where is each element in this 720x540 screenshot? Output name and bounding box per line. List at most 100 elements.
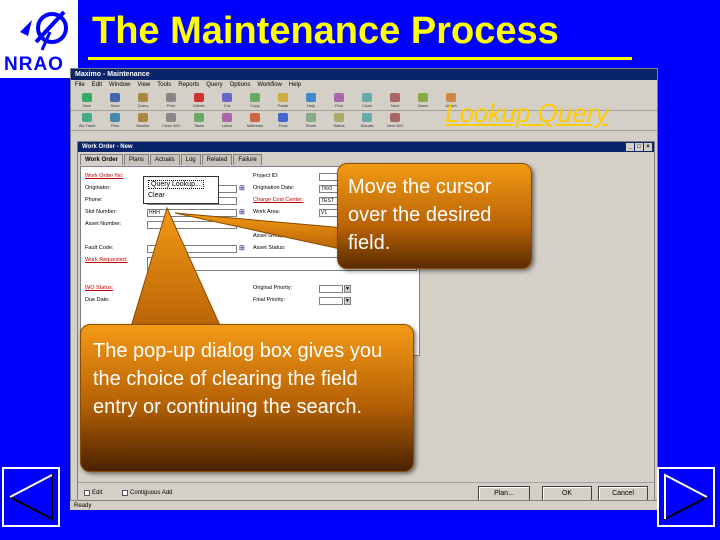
maximize-icon[interactable]: □ (635, 143, 643, 151)
toolbar-button[interactable]: Delete (187, 93, 211, 108)
priority-dropdown[interactable]: ▼ (344, 285, 351, 293)
module-button[interactable]: Wo Track (75, 113, 99, 128)
tab-related[interactable]: Related (201, 154, 233, 165)
plan-icon (110, 113, 120, 122)
module-button[interactable]: Tasks (187, 113, 211, 128)
toolbar-button[interactable]: Close (355, 93, 379, 108)
toolbar-button[interactable]: Find (327, 93, 351, 108)
menu-item[interactable]: Tools (157, 80, 171, 91)
lookup-icon[interactable]: ⊞ (239, 185, 247, 193)
toolbar-button[interactable]: Cut (215, 93, 239, 108)
field-popup-menu: Query Lookup... Clear (143, 176, 219, 204)
edit-checkbox[interactable]: Edit (84, 490, 102, 496)
module-button[interactable]: Status (327, 113, 351, 128)
field-label: Original Priority: (253, 285, 293, 291)
clear-menu-item[interactable]: Clear (148, 190, 214, 201)
minimize-icon[interactable]: _ (626, 143, 634, 151)
lookup-icon[interactable]: ⊞ (239, 209, 247, 217)
toolbar-button[interactable]: Paste (271, 93, 295, 108)
original-priority-input[interactable] (319, 285, 343, 293)
menu-item[interactable]: File (75, 80, 85, 91)
slide-title: The Maintenance Process (92, 10, 559, 52)
triangle-right-icon (664, 473, 710, 521)
labor-icon (222, 113, 232, 122)
menu-item[interactable]: Edit (92, 80, 102, 91)
status-bar: Ready (70, 500, 658, 510)
tab-log[interactable]: Log (180, 154, 201, 165)
menu-bar: File Edit Window View Tools Reports Quer… (71, 80, 657, 91)
next-icon (390, 93, 400, 102)
field-label: Origination Date: (253, 185, 295, 191)
module-button[interactable]: Close WO (159, 113, 183, 128)
menu-item[interactable]: Reports (178, 80, 199, 91)
field-label: Originator: (85, 185, 111, 191)
tab-actuals[interactable]: Actuals (149, 154, 180, 165)
next-slide-button[interactable] (657, 467, 715, 527)
plan-button[interactable]: Plan... (478, 486, 530, 501)
slot-number-input[interactable]: HHH (147, 209, 237, 217)
tools-icon (278, 113, 288, 122)
toolbar-button[interactable]: Next (383, 93, 407, 108)
final-priority-dropdown[interactable]: ▼ (344, 297, 351, 305)
toolbar-button[interactable]: Save (103, 93, 127, 108)
cut-icon (222, 93, 232, 102)
cursor-callout: Move the cursor over the desired field. (337, 163, 532, 269)
module-button[interactable]: Materials (243, 113, 267, 128)
menu-item[interactable]: Window (109, 80, 130, 91)
next-wo-icon (390, 113, 400, 122)
field-label: Asset Status: (253, 245, 286, 251)
menu-item[interactable]: View (137, 80, 150, 91)
asset-number-input[interactable] (147, 221, 237, 229)
monitor-icon (138, 113, 148, 122)
wo-status-input[interactable] (147, 285, 177, 293)
paste-icon (278, 93, 288, 102)
module-button[interactable]: Route (299, 113, 323, 128)
field-label: WO Status: (85, 285, 114, 291)
final-priority-input[interactable] (319, 297, 343, 305)
close-icon[interactable]: × (644, 143, 652, 151)
module-button[interactable]: Next WO (383, 113, 407, 128)
window-controls: _ □ × (626, 143, 652, 151)
new-icon (82, 93, 92, 102)
query-lookup-menu-item[interactable]: Query Lookup... (148, 179, 214, 190)
toolbar-button[interactable]: Query (131, 93, 155, 108)
route-icon (306, 113, 316, 122)
cancel-button[interactable]: Cancel (598, 486, 648, 501)
due-date-input[interactable] (147, 297, 197, 305)
toolbar-button[interactable]: New (75, 93, 99, 108)
menu-item[interactable]: Query (206, 80, 222, 91)
menu-item[interactable]: Workflow (257, 80, 282, 91)
materials-icon (250, 113, 260, 122)
save-icon (110, 93, 120, 102)
work-order-title: Work Order - New (82, 144, 133, 150)
module-button[interactable]: Tools (271, 113, 295, 128)
delete-icon (194, 93, 204, 102)
help-icon (306, 93, 316, 102)
module-button[interactable]: Labor (215, 113, 239, 128)
toolbar-button[interactable]: Insert (411, 93, 435, 108)
module-button[interactable]: Actuals (355, 113, 379, 128)
contiguous-add-checkbox[interactable]: Contiguous Add (122, 490, 172, 496)
close-icon (362, 93, 372, 102)
tab-work-order[interactable]: Work Order (80, 154, 123, 165)
nrao-logo: NRAO (0, 0, 78, 78)
module-button[interactable]: Plan (103, 113, 127, 128)
toolbar-button[interactable]: Copy (243, 93, 267, 108)
toolbar-button[interactable]: Print (159, 93, 183, 108)
field-label: Asset Group: (253, 233, 286, 239)
work-order-title-bar: Work Order - New _ □ × (78, 142, 654, 152)
previous-slide-button[interactable] (2, 467, 60, 527)
popup-callout: The pop-up dialog box gives you the choi… (80, 324, 414, 472)
lookup-icon[interactable]: ⊞ (239, 245, 247, 253)
lookup-query-label: Lookup Query (445, 98, 609, 128)
field-label: Charge Cost Center: (253, 197, 304, 203)
tab-failure[interactable]: Failure (233, 154, 262, 165)
ok-button[interactable]: OK (542, 486, 592, 501)
toolbar-button[interactable]: Help (299, 93, 323, 108)
fault-code-input[interactable] (147, 245, 237, 253)
module-button[interactable]: Monitor (131, 113, 155, 128)
menu-item[interactable]: Options (230, 80, 251, 91)
tab-plans[interactable]: Plans (123, 154, 149, 165)
field-label: Work Order No: (85, 173, 124, 179)
menu-item[interactable]: Help (289, 80, 301, 91)
